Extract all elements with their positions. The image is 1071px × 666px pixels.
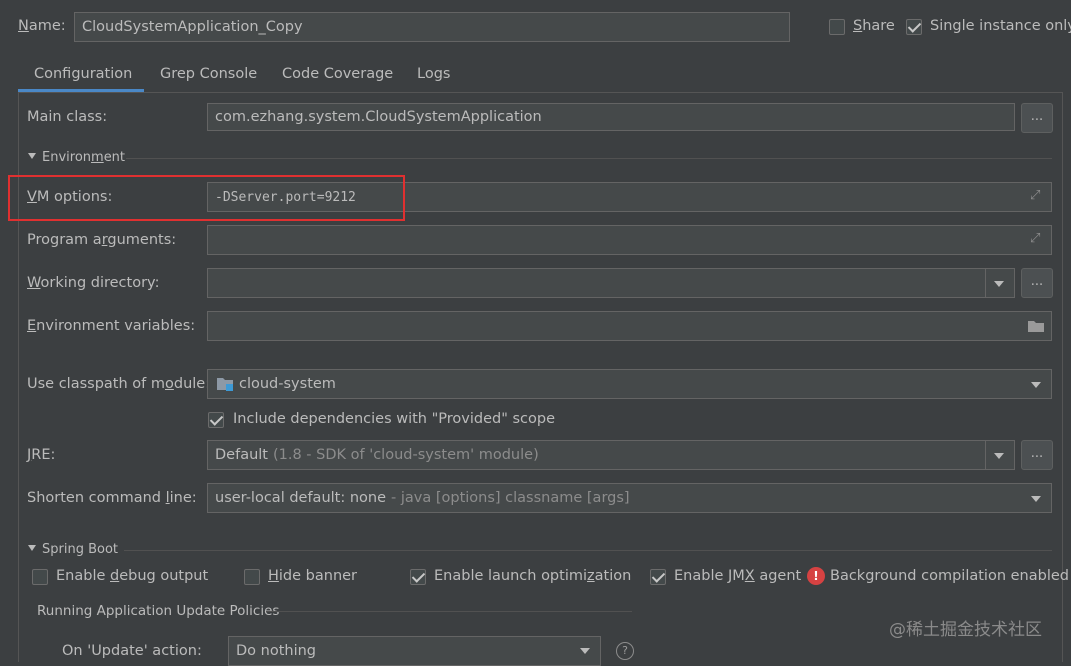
- classpath-label: Use classpath of module:: [27, 376, 211, 392]
- include-deps-checkbox[interactable]: [208, 412, 224, 428]
- tab-configuration-label: Configuration: [34, 66, 133, 82]
- name-input-value: CloudSystemApplication_Copy: [82, 19, 303, 35]
- collapse-arrow-icon: [28, 545, 36, 551]
- shorten-command-line-select[interactable]: user-local default: none - java [options…: [207, 483, 1052, 513]
- environment-variables-label: Environment variables:: [27, 318, 196, 334]
- include-deps-label: Include dependencies with "Provided" sco…: [233, 411, 556, 427]
- folder-icon[interactable]: [1027, 319, 1045, 333]
- tab-logs[interactable]: Logs: [417, 62, 450, 92]
- warning-icon: !: [807, 567, 825, 585]
- main-class-value: com.ezhang.system.CloudSystemApplication: [215, 109, 542, 125]
- jmx-agent-checkbox[interactable]: [650, 569, 666, 585]
- spring-boot-section-header[interactable]: Spring Boot: [28, 542, 118, 557]
- update-policies-label: Running Application Update Policies: [37, 603, 280, 619]
- environment-section-header[interactable]: Environment: [28, 150, 125, 165]
- jre-select[interactable]: Default (1.8 - SDK of 'cloud-system' mod…: [207, 440, 1015, 470]
- name-input[interactable]: CloudSystemApplication_Copy: [74, 12, 790, 42]
- expand-icon[interactable]: ⤢: [1030, 188, 1040, 203]
- chevron-down-icon[interactable]: [1031, 382, 1041, 388]
- chevron-down-icon[interactable]: [580, 648, 590, 654]
- debug-output-checkbox[interactable]: [32, 569, 48, 585]
- hide-banner-label: Hide banner: [268, 568, 358, 584]
- on-update-select[interactable]: Do nothing: [228, 636, 601, 666]
- chevron-down-icon[interactable]: [1031, 496, 1041, 502]
- dropdown-divider: [985, 269, 986, 297]
- help-icon[interactable]: ?: [616, 642, 634, 660]
- program-arguments-label: Program arguments:: [27, 232, 177, 248]
- collapse-arrow-icon: [28, 153, 36, 159]
- tab-logs-label: Logs: [417, 66, 451, 82]
- shorten-command-line-label: Shorten command line:: [27, 490, 197, 506]
- environment-separator: [126, 158, 1052, 159]
- classpath-value: cloud-system: [239, 376, 336, 392]
- module-icon: [217, 378, 233, 391]
- working-directory-label: Working directory:: [27, 275, 160, 291]
- share-label: Share: [853, 18, 895, 34]
- tab-grep-console-label: Grep Console: [160, 66, 258, 82]
- jre-value-detail: (1.8 - SDK of 'cloud-system' module): [272, 447, 539, 463]
- spring-boot-section-label: Spring Boot: [42, 542, 119, 557]
- single-instance-checkbox[interactable]: [906, 19, 922, 35]
- environment-variables-input[interactable]: [207, 311, 1052, 341]
- tab-grep-console[interactable]: Grep Console: [160, 62, 257, 92]
- background-compilation-label: Background compilation enabled: [830, 568, 1069, 584]
- tab-configuration[interactable]: Configuration: [34, 62, 132, 92]
- jre-browse-button[interactable]: ...: [1021, 440, 1053, 470]
- watermark: @稀土掘金技术社区: [889, 620, 1042, 640]
- dropdown-divider: [985, 441, 986, 469]
- main-class-label: Main class:: [27, 109, 108, 125]
- classpath-select[interactable]: cloud-system: [207, 369, 1052, 399]
- working-directory-browse-button[interactable]: ...: [1021, 268, 1053, 298]
- shorten-value-detail: - java [options] classname [args]: [391, 490, 630, 506]
- program-arguments-input[interactable]: [207, 225, 1052, 255]
- tab-code-coverage[interactable]: Code Coverage: [282, 62, 393, 92]
- highlight-box: [8, 175, 405, 221]
- chevron-down-icon[interactable]: [994, 453, 1004, 459]
- launch-optimization-checkbox[interactable]: [410, 569, 426, 585]
- share-checkbox[interactable]: [829, 19, 845, 35]
- shorten-value: user-local default: none: [215, 490, 387, 506]
- main-class-browse-button[interactable]: ...: [1021, 103, 1053, 133]
- jre-value: Default: [215, 447, 268, 463]
- working-directory-input[interactable]: [207, 268, 1015, 298]
- expand-icon[interactable]: ⤢: [1030, 231, 1040, 246]
- launch-optimization-label: Enable launch optimization: [434, 568, 632, 584]
- debug-output-label: Enable debug output: [56, 568, 209, 584]
- main-class-input[interactable]: com.ezhang.system.CloudSystemApplication: [207, 103, 1015, 131]
- jre-label: JRE:: [27, 447, 56, 463]
- name-label: Name:: [18, 18, 66, 34]
- jmx-agent-label: Enable JMX agent: [674, 568, 802, 584]
- tab-code-coverage-label: Code Coverage: [282, 66, 394, 82]
- single-instance-label: Single instance only: [930, 18, 1071, 34]
- update-policies-separator: [266, 611, 632, 612]
- hide-banner-checkbox[interactable]: [244, 569, 260, 585]
- spring-boot-separator: [124, 550, 1052, 551]
- chevron-down-icon[interactable]: [994, 281, 1004, 287]
